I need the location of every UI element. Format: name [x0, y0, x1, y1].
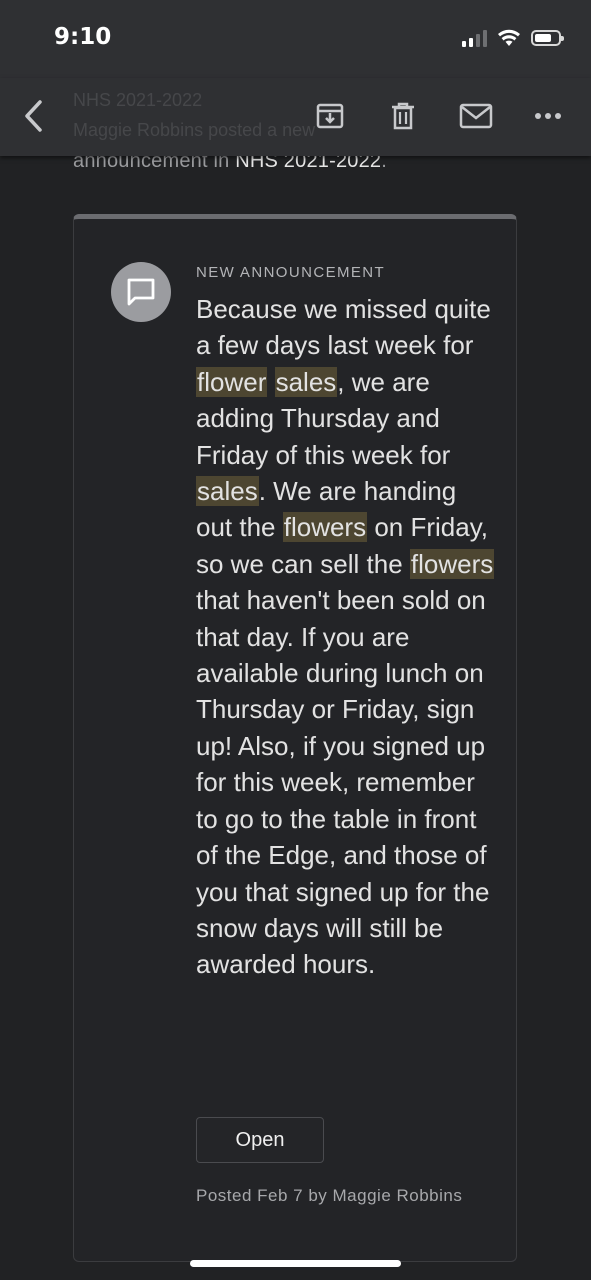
body-text-segment: Because we missed quite a few days last … [196, 294, 491, 361]
search-highlight: flowers [409, 548, 495, 579]
search-highlight: sales [274, 366, 338, 397]
status-icons [462, 26, 564, 50]
scrolled-subtitle: Maggie Robbins posted a new [73, 120, 316, 140]
more-icon [535, 113, 561, 119]
archive-icon [316, 103, 344, 129]
status-bar: 9:10 [0, 0, 591, 78]
announcement-card: NEW ANNOUNCEMENT Because we missed quite… [73, 214, 517, 1262]
delete-button[interactable] [381, 94, 425, 138]
cellular-signal-icon [462, 29, 487, 47]
wifi-icon [498, 29, 520, 46]
more-options-button[interactable] [526, 94, 570, 138]
mark-unread-button[interactable] [454, 94, 498, 138]
announcement-kicker: NEW ANNOUNCEMENT [196, 264, 386, 281]
announcement-avatar [111, 262, 171, 322]
battery-icon [531, 30, 564, 46]
search-highlight: flowers [282, 512, 368, 543]
posted-by: Posted Feb 7 by Maggie Robbins [196, 1186, 463, 1205]
back-icon [25, 100, 42, 132]
open-button[interactable]: Open [196, 1117, 324, 1163]
status-time: 9:10 [54, 24, 112, 50]
toolbar: NHS 2021-2022 Maggie Robbins posted a ne… [0, 78, 591, 156]
search-highlight: sales [196, 476, 259, 507]
body-text-segment [267, 367, 274, 397]
announcement-icon [127, 278, 155, 306]
archive-button[interactable] [308, 94, 352, 138]
trash-icon [392, 102, 414, 130]
announcement-body: Because we missed quite a few days last … [196, 291, 496, 983]
scrolled-title: NHS 2021-2022 [73, 90, 203, 110]
back-button[interactable] [12, 94, 56, 138]
search-highlight: flower [196, 366, 268, 397]
body-text-segment: that haven't been sold on that day. If y… [196, 585, 490, 980]
home-indicator[interactable] [190, 1260, 401, 1267]
mail-icon [459, 103, 493, 129]
